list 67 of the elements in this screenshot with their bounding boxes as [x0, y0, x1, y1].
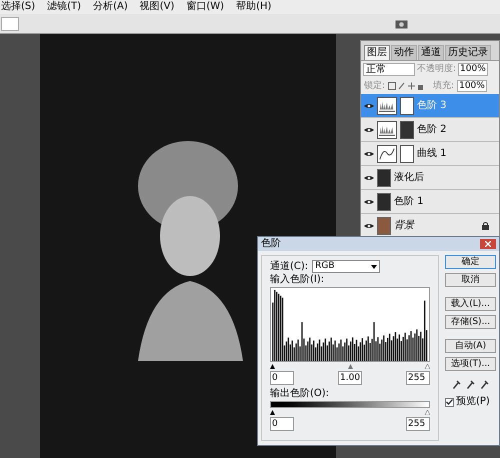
menu-item[interactable]: 帮助(H) [236, 2, 272, 12]
opacity-field[interactable]: 100% [458, 63, 488, 76]
output-levels-label: 输出色阶(O): [270, 389, 330, 399]
output-level-field[interactable]: 0 [270, 417, 294, 431]
levels-thumbnail-icon [377, 120, 397, 138]
dialog-button[interactable]: 载入(L)... [445, 297, 496, 311]
output-sliders-drawing[interactable] [270, 410, 430, 415]
eyedropper-icon[interactable] [480, 379, 488, 389]
layer-row[interactable]: 色阶 1 [361, 190, 499, 214]
lock-label: 锁定: [364, 82, 386, 90]
opacity-label: 不透明度: [417, 65, 456, 74]
layer-thumbnail [377, 192, 391, 210]
menu-item[interactable]: 视图(V) [140, 2, 174, 12]
close-icon [485, 241, 491, 247]
dialog-button[interactable]: 选项(T)... [445, 357, 496, 371]
dropdown-arrow-icon [371, 264, 378, 268]
fill-field[interactable]: 100% [457, 80, 487, 92]
input-levels-label: 输入色阶(I): [270, 275, 326, 285]
dialog-button[interactable]: 存储(S)... [445, 315, 496, 329]
input-sliders-drawing[interactable] [270, 364, 430, 369]
channel-label: 通道(C): [270, 262, 308, 272]
layer-name: 色阶 1 [394, 196, 424, 206]
close-button[interactable] [480, 239, 496, 249]
eye-icon[interactable] [364, 126, 374, 132]
eye-icon[interactable] [364, 174, 374, 180]
menu-item[interactable]: 选择(S) [1, 2, 36, 12]
layer-name: 曲线 1 [417, 148, 447, 158]
panel-tab[interactable]: 动作 [391, 45, 417, 60]
eye-icon[interactable] [364, 198, 374, 204]
panel-tab[interactable]: 通道 [418, 45, 444, 60]
dialog-button[interactable]: 自动(A) [445, 339, 496, 353]
eye-icon[interactable] [364, 222, 374, 228]
layer-row[interactable]: 色阶 2 [361, 118, 499, 142]
check-icon [446, 399, 453, 405]
eye-icon[interactable] [364, 150, 374, 156]
menu-item[interactable]: 分析(A) [93, 2, 128, 12]
dialog-button[interactable]: 确定 [445, 255, 496, 269]
input-level-field[interactable]: 0 [270, 371, 294, 385]
curves-thumbnail-icon [377, 144, 397, 162]
dialog-button[interactable]: 取消 [445, 273, 496, 287]
menu-item[interactable]: 窗口(W) [186, 2, 224, 12]
eyedropper-icon[interactable] [466, 379, 474, 389]
input-level-field[interactable]: 255 [406, 371, 430, 385]
layer-thumbnail [377, 168, 391, 186]
layer-name: 背景 [394, 220, 414, 230]
eyedropper-icon[interactable] [452, 379, 460, 389]
fill-label: 填充: [433, 82, 454, 90]
layer-name: 色阶 2 [417, 124, 447, 134]
layer-name: 液化后 [394, 172, 424, 182]
panel-tab[interactable]: 图层 [364, 45, 390, 60]
blend-mode-dropdown[interactable]: 正常 [363, 63, 415, 76]
panel-tab[interactable]: 历史记录 [445, 45, 491, 60]
eye-icon[interactable] [364, 102, 374, 108]
preview-checkbox[interactable] [445, 398, 454, 406]
channel-dropdown[interactable]: RGB [312, 260, 380, 273]
layer-thumbnail [377, 216, 391, 234]
lock-options-icon[interactable] [388, 82, 424, 90]
dialog-title: 色阶 [261, 239, 281, 249]
preview-label: 预览(P) [456, 397, 490, 407]
camera-icon[interactable] [395, 18, 409, 29]
menu-item[interactable]: 滤镜(T) [47, 2, 82, 12]
layer-name: 色阶 3 [417, 100, 447, 110]
layer-row[interactable]: 曲线 1 [361, 142, 499, 166]
levels-thumbnail-icon [377, 96, 397, 114]
output-level-field[interactable]: 255 [406, 417, 430, 431]
layer-row[interactable]: 液化后 [361, 166, 499, 190]
input-level-field[interactable]: 1.00 [338, 371, 362, 385]
